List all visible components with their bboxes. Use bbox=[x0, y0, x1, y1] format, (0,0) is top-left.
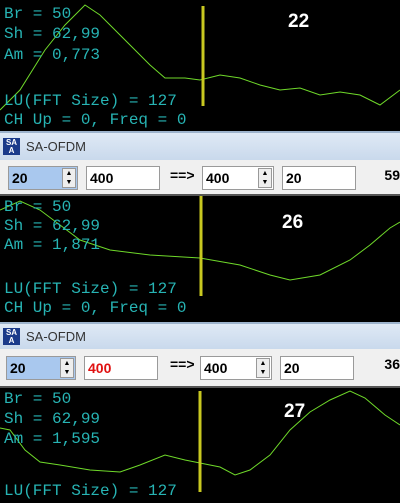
frame-number: 22 bbox=[288, 11, 310, 32]
arrow-label: ==> bbox=[170, 167, 195, 183]
toolbar-2: 20 ▲ ▼ 400 ==> 400 ▲ ▼ 20 36 bbox=[0, 349, 400, 388]
info-am: Am = 1,595 bbox=[4, 430, 101, 448]
info-am: Am = 0,773 bbox=[4, 46, 101, 64]
spinner-arrows-icon[interactable]: ▲ ▼ bbox=[256, 358, 270, 378]
field1-spinner[interactable]: 20 ▲ ▼ bbox=[8, 166, 78, 190]
info-ch: CH Up = 0, Freq = 0 bbox=[4, 299, 187, 317]
info-lu: LU(FFT Size) = 127 bbox=[4, 280, 177, 298]
spectrum-panel-2: Br = 50 Sh = 62,99 Am = 1,871 LU(FFT Siz… bbox=[0, 196, 400, 322]
frame-number: 26 bbox=[282, 212, 304, 233]
info-br: Br = 50 bbox=[4, 198, 72, 216]
field3-spinner[interactable]: 400 ▲ ▼ bbox=[200, 356, 272, 380]
info-sh: Sh = 62,99 bbox=[4, 25, 101, 43]
field2-input[interactable]: 400 bbox=[86, 166, 160, 190]
field2-input[interactable]: 400 bbox=[84, 356, 158, 380]
window-title: SA-OFDM bbox=[26, 329, 86, 344]
info-am: Am = 1,871 bbox=[4, 236, 101, 254]
info-lu: LU(FFT Size) = 127 bbox=[4, 92, 177, 110]
spectrum-panel-3: Br = 50 Sh = 62,99 Am = 1,595 LU(FFT Siz… bbox=[0, 388, 400, 503]
info-br: Br = 50 bbox=[4, 390, 72, 408]
field1-spinner[interactable]: 20 ▲ ▼ bbox=[6, 356, 76, 380]
title-bar[interactable]: SA A SA-OFDM bbox=[0, 131, 400, 160]
sa-logo-icon: SA A bbox=[3, 328, 20, 345]
spinner-arrows-icon[interactable]: ▲ ▼ bbox=[60, 358, 74, 378]
field3-spinner[interactable]: 400 ▲ ▼ bbox=[202, 166, 274, 190]
info-br: Br = 50 bbox=[4, 5, 72, 23]
frame-number: 27 bbox=[284, 401, 306, 422]
arrow-label: ==> bbox=[170, 356, 195, 372]
field4-input[interactable]: 20 bbox=[282, 166, 356, 190]
spinner-arrows-icon[interactable]: ▲ ▼ bbox=[258, 168, 272, 188]
info-lu: LU(FFT Size) = 127 bbox=[4, 482, 177, 500]
field4-input[interactable]: 20 bbox=[280, 356, 354, 380]
window-title: SA-OFDM bbox=[26, 139, 86, 154]
title-bar[interactable]: SA A SA-OFDM bbox=[0, 322, 400, 349]
info-ch: CH Up = 0, Freq = 0 bbox=[4, 111, 187, 129]
count-value: 36 bbox=[384, 356, 400, 372]
sa-logo-icon: SA A bbox=[3, 138, 20, 155]
info-sh: Sh = 62,99 bbox=[4, 410, 101, 428]
toolbar-1: 20 ▲ ▼ 400 ==> 400 ▲ ▼ 20 59 bbox=[0, 160, 400, 196]
info-sh: Sh = 62,99 bbox=[4, 217, 101, 235]
spinner-arrows-icon[interactable]: ▲ ▼ bbox=[62, 168, 76, 188]
spectrum-panel-1: Br = 50 Sh = 62,99 Am = 0,773 LU(FFT Siz… bbox=[0, 0, 400, 131]
count-value: 59 bbox=[384, 167, 400, 183]
